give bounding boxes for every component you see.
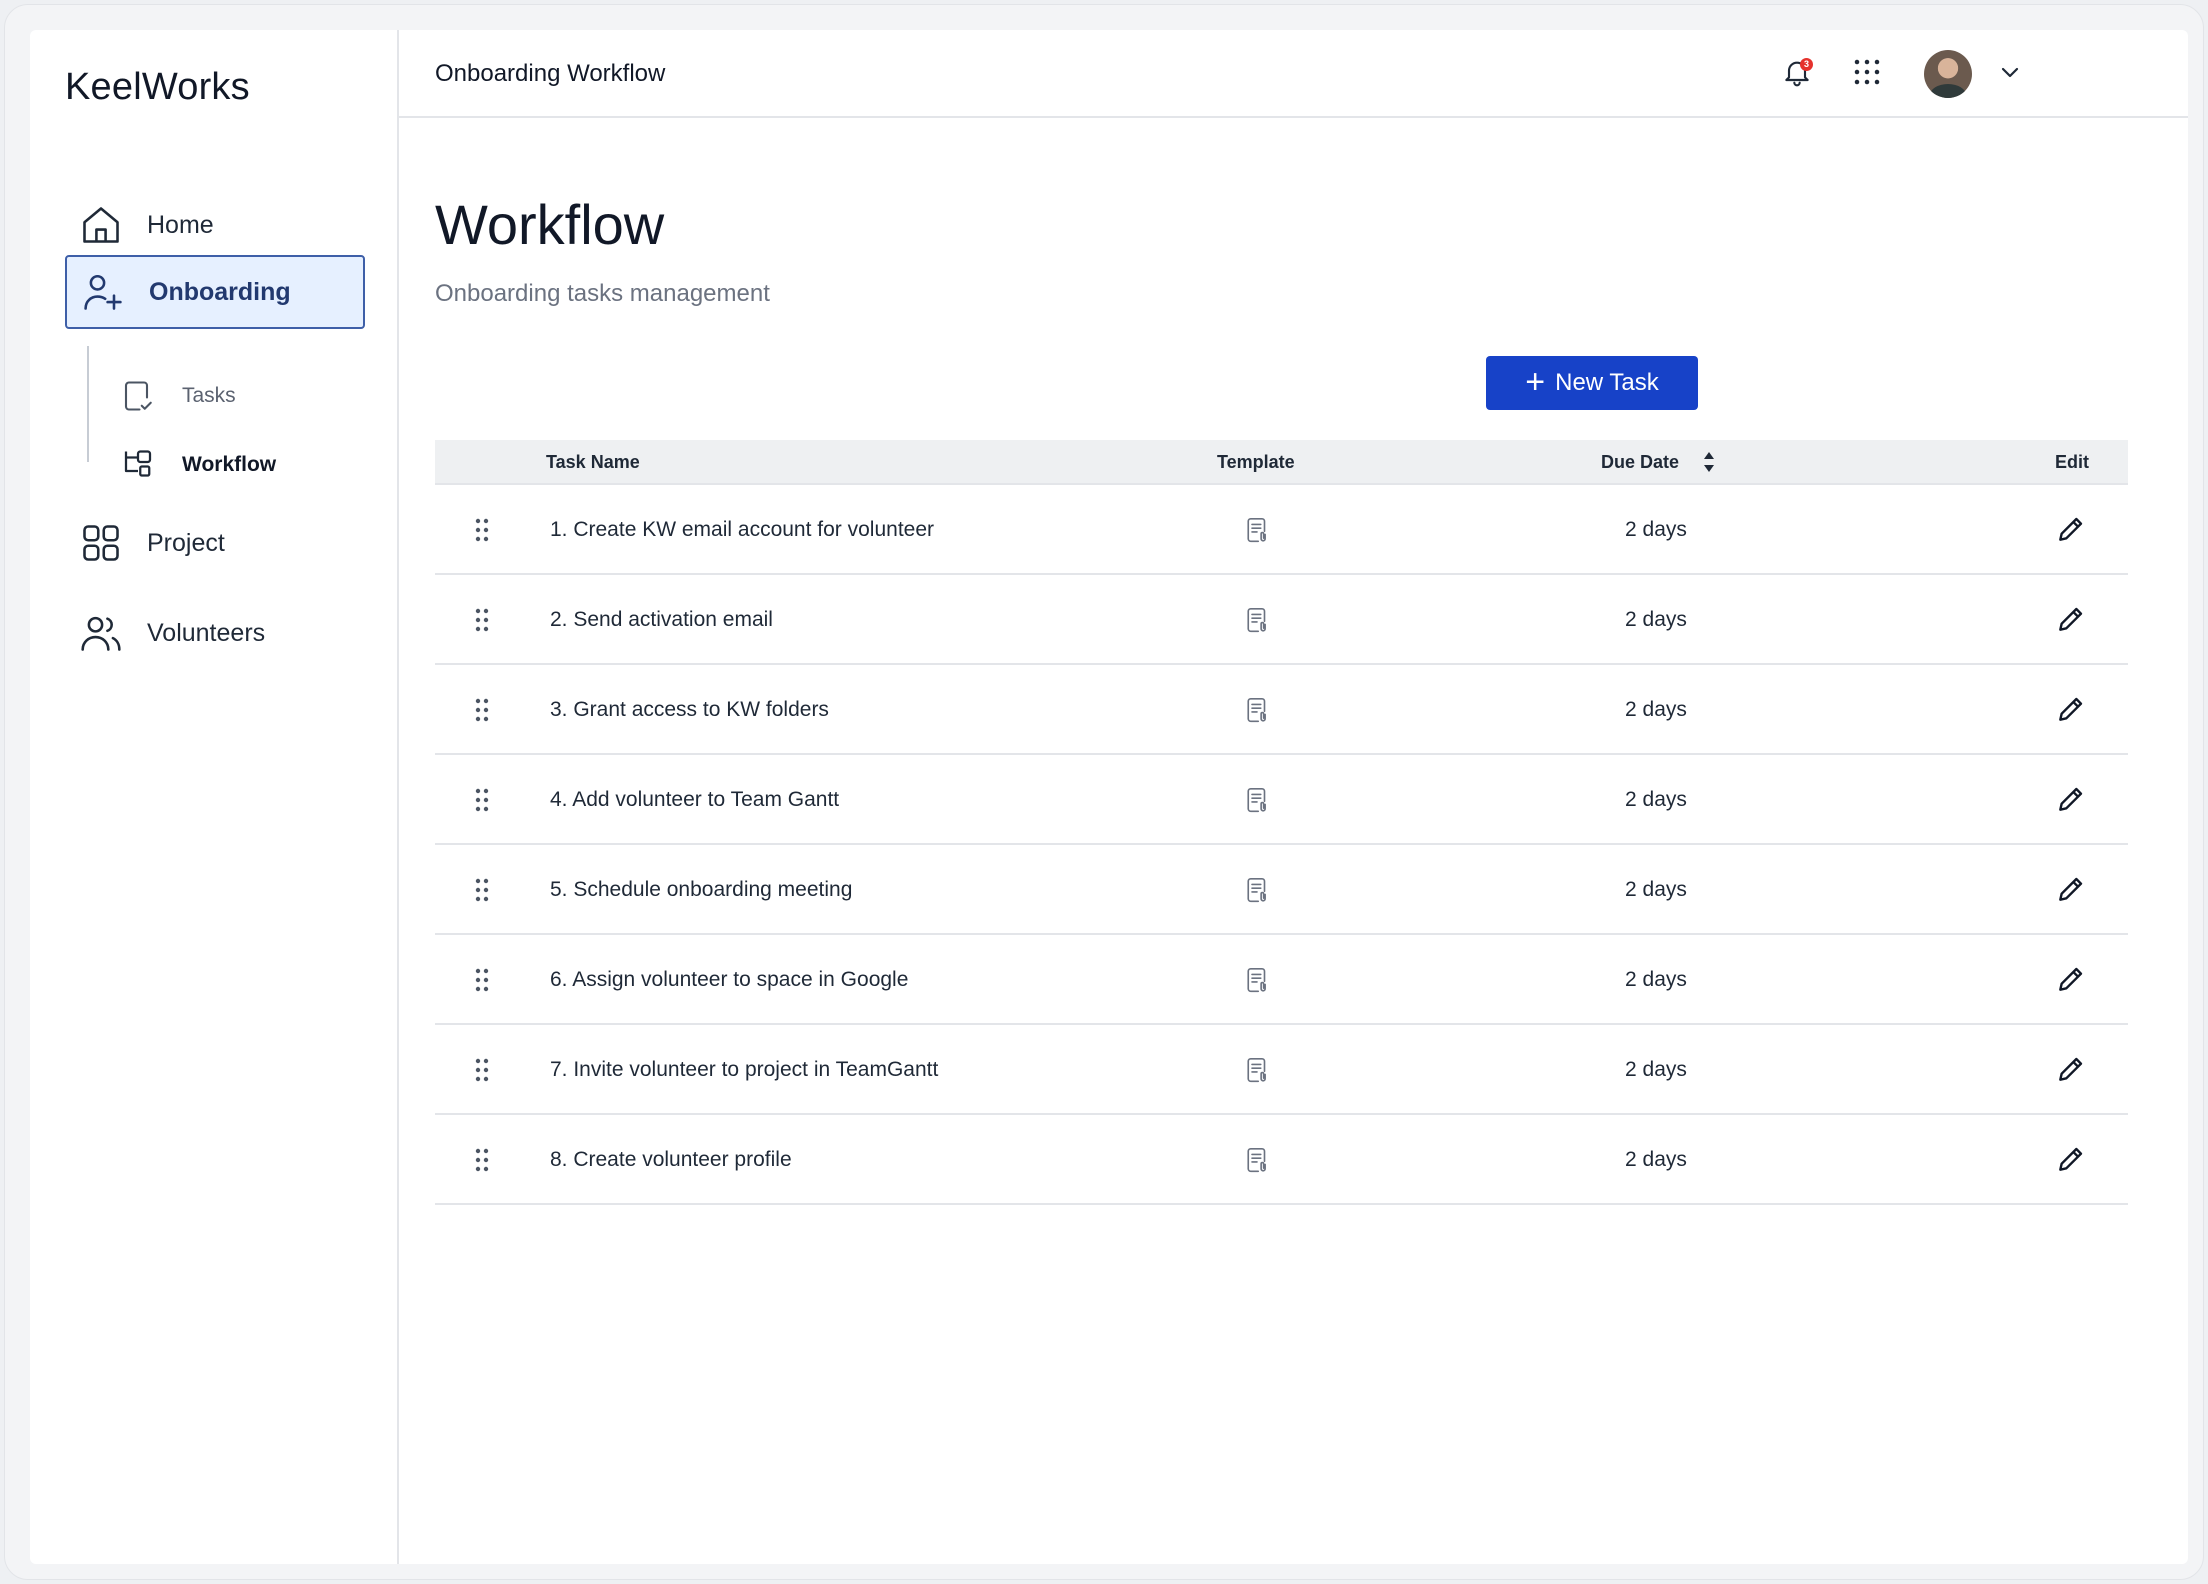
table-row: 5. Schedule onboarding meeting 2 days [435, 845, 2128, 935]
window-frame: KeelWorks Home Onboarding Tasks Workflow… [4, 4, 2204, 1580]
task-name: 2. Send activation email [550, 608, 773, 631]
table-row: 2. Send activation email 2 days [435, 575, 2128, 665]
plus-icon: + [1525, 362, 1546, 401]
due-date: 2 days [1625, 878, 1687, 901]
sidebar-item-onboarding[interactable]: Onboarding [65, 255, 365, 329]
sidebar-subitem-label: Tasks [182, 384, 236, 407]
template-document-icon[interactable] [1242, 515, 1272, 550]
edit-pencil-icon[interactable] [2055, 1143, 2087, 1180]
task-name: 5. Schedule onboarding meeting [550, 878, 853, 901]
column-header-due-date[interactable]: Due Date [1601, 452, 1679, 473]
drag-handle-icon[interactable] [473, 697, 491, 728]
drag-handle-icon[interactable] [473, 877, 491, 908]
notifications-button[interactable]: 3 [1775, 52, 1819, 96]
due-date: 2 days [1625, 788, 1687, 811]
drag-handle-icon[interactable] [473, 1147, 491, 1178]
apps-menu-button[interactable] [1845, 52, 1889, 96]
due-date: 2 days [1625, 698, 1687, 721]
sort-icon[interactable] [1702, 450, 1716, 479]
sidebar-subitem-workflow[interactable]: Workflow [118, 440, 276, 490]
column-header-task-name: Task Name [546, 452, 640, 472]
template-document-icon[interactable] [1242, 965, 1272, 1000]
top-bar: Onboarding Workflow 3 [399, 30, 2188, 118]
template-document-icon[interactable] [1242, 605, 1272, 640]
task-name: 8. Create volunteer profile [550, 1148, 792, 1171]
template-document-icon[interactable] [1242, 695, 1272, 730]
page-title: Workflow [435, 193, 665, 256]
task-name: 3. Grant access to KW folders [550, 698, 829, 721]
table-row: 7. Invite volunteer to project in TeamGa… [435, 1025, 2128, 1115]
column-header-due-date-label: Due Date [1601, 452, 1680, 472]
sidebar-item-label: Volunteers [147, 618, 266, 647]
due-date: 2 days [1625, 1058, 1687, 1081]
brand-logo-text: KeelWorks [65, 66, 250, 108]
workflow-icon [118, 445, 158, 485]
drag-handle-icon[interactable] [473, 1057, 491, 1088]
due-date: 2 days [1625, 518, 1687, 541]
task-name: 1. Create KW email account for volunteer [550, 518, 935, 541]
edit-pencil-icon[interactable] [2055, 1053, 2087, 1090]
apps-grid-icon [1852, 57, 1882, 92]
workflow-table: Task Name Template Due Date Edit 1. Crea… [435, 440, 2128, 1205]
edit-pencil-icon[interactable] [2055, 963, 2087, 1000]
due-date: 2 days [1625, 1148, 1687, 1171]
drag-handle-icon[interactable] [473, 607, 491, 638]
sidebar: KeelWorks Home Onboarding Tasks Workflow… [30, 30, 399, 1564]
app-window: KeelWorks Home Onboarding Tasks Workflow… [30, 30, 2188, 1564]
task-name: 7. Invite volunteer to project in TeamGa… [550, 1058, 939, 1081]
chevron-down-icon [1998, 60, 2022, 89]
table-row: 4. Add volunteer to Team Gantt 2 days [435, 755, 2128, 845]
task-check-icon [118, 376, 158, 416]
table-row: 1. Create KW email account for volunteer… [435, 485, 2128, 575]
table-row: 6. Assign volunteer to space in Google 2… [435, 935, 2128, 1025]
submenu-divider [87, 346, 89, 462]
edit-pencil-icon[interactable] [2055, 873, 2087, 910]
new-task-button[interactable]: + New Task [1486, 356, 1698, 410]
table-body: 1. Create KW email account for volunteer… [435, 485, 2128, 1205]
table-header: Task Name Template Due Date Edit [435, 440, 2128, 485]
home-icon [77, 201, 125, 249]
sidebar-item-label: Home [147, 210, 214, 239]
notification-badge: 3 [1800, 58, 1813, 71]
column-header-edit: Edit [2055, 452, 2089, 472]
task-name: 4. Add volunteer to Team Gantt [550, 788, 840, 811]
sidebar-item-project[interactable]: Project [65, 506, 365, 580]
sidebar-item-label: Onboarding [149, 277, 291, 306]
task-name: 6. Assign volunteer to space in Google [550, 968, 909, 991]
sidebar-item-home[interactable]: Home [65, 188, 365, 262]
edit-pencil-icon[interactable] [2055, 513, 2087, 550]
main-content: Onboarding Workflow 3 Workflow Onboardin… [399, 30, 2188, 1564]
table-row: 3. Grant access to KW folders 2 days [435, 665, 2128, 755]
template-document-icon[interactable] [1242, 785, 1272, 820]
sidebar-subitem-tasks[interactable]: Tasks [118, 371, 236, 421]
due-date: 2 days [1625, 968, 1687, 991]
drag-handle-icon[interactable] [473, 787, 491, 818]
drag-handle-icon[interactable] [473, 967, 491, 998]
users-icon [77, 609, 125, 657]
user-plus-icon [79, 268, 127, 316]
page-subtitle: Onboarding tasks management [435, 280, 770, 307]
account-menu-toggle[interactable] [1988, 52, 2032, 96]
new-task-label: New Task [1555, 369, 1659, 396]
drag-handle-icon[interactable] [473, 517, 491, 548]
template-document-icon[interactable] [1242, 875, 1272, 910]
grid-icon [77, 519, 125, 567]
column-header-template: Template [1217, 452, 1295, 472]
breadcrumb: Onboarding Workflow [435, 60, 666, 87]
template-document-icon[interactable] [1242, 1145, 1272, 1180]
sidebar-item-label: Project [147, 528, 225, 557]
template-document-icon[interactable] [1242, 1055, 1272, 1090]
sidebar-subitem-label: Workflow [182, 453, 277, 476]
user-avatar[interactable] [1924, 50, 1972, 98]
due-date: 2 days [1625, 608, 1687, 631]
edit-pencil-icon[interactable] [2055, 693, 2087, 730]
sidebar-item-volunteers[interactable]: Volunteers [65, 596, 365, 670]
edit-pencil-icon[interactable] [2055, 603, 2087, 640]
edit-pencil-icon[interactable] [2055, 783, 2087, 820]
table-row: 8. Create volunteer profile 2 days [435, 1115, 2128, 1205]
